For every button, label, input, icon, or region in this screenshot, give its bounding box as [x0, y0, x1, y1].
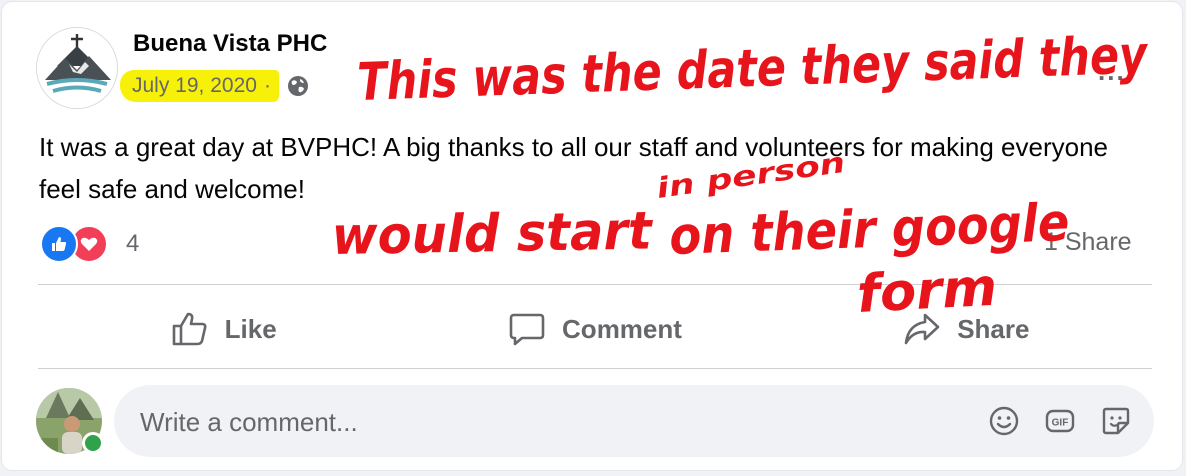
post-meta: July 19, 2020 · [120, 68, 309, 104]
gif-icon[interactable]: GIF [1044, 405, 1076, 437]
page-avatar[interactable] [36, 27, 118, 109]
post-actions-bar: Like Comment Share [38, 294, 1152, 364]
share-count-link[interactable]: 1 Share [1044, 228, 1132, 257]
share-button[interactable]: Share [781, 294, 1152, 364]
like-reaction-icon [40, 225, 78, 263]
online-status-dot [82, 432, 104, 454]
globe-icon [287, 76, 308, 96]
comment-button[interactable]: Comment [409, 294, 780, 364]
svg-text:GIF: GIF [1052, 418, 1069, 429]
comment-button-label: Comment [562, 313, 682, 344]
comment-bubble-icon [509, 313, 545, 346]
thumbs-up-icon [172, 312, 207, 346]
reactions-summary[interactable]: 4 [40, 225, 140, 263]
like-button-label: Like [224, 313, 277, 344]
church-logo-icon [37, 28, 117, 108]
more-options-button[interactable]: ... [1098, 56, 1126, 87]
share-arrow-icon [904, 313, 940, 345]
comment-box[interactable]: GIF [114, 385, 1154, 457]
date-highlight: July 19, 2020 · [120, 70, 279, 102]
post-card: Buena Vista PHC July 19, 2020 · ... It w… [2, 2, 1182, 470]
reaction-count: 4 [126, 230, 140, 257]
share-button-label: Share [957, 313, 1030, 344]
post-text: It was a great day at BVPHC! A big thank… [39, 132, 1108, 204]
page-name-link[interactable]: Buena Vista PHC [133, 30, 327, 58]
comment-input[interactable] [138, 399, 962, 445]
actions-bottom-divider [38, 368, 1152, 369]
emoji-icon[interactable] [988, 405, 1020, 437]
like-button[interactable]: Like [38, 294, 409, 364]
date-separator: · [263, 74, 271, 97]
actions-top-divider [38, 284, 1152, 285]
sticker-icon[interactable] [1100, 405, 1132, 437]
post-date-link[interactable]: July 19, 2020 [132, 74, 257, 98]
